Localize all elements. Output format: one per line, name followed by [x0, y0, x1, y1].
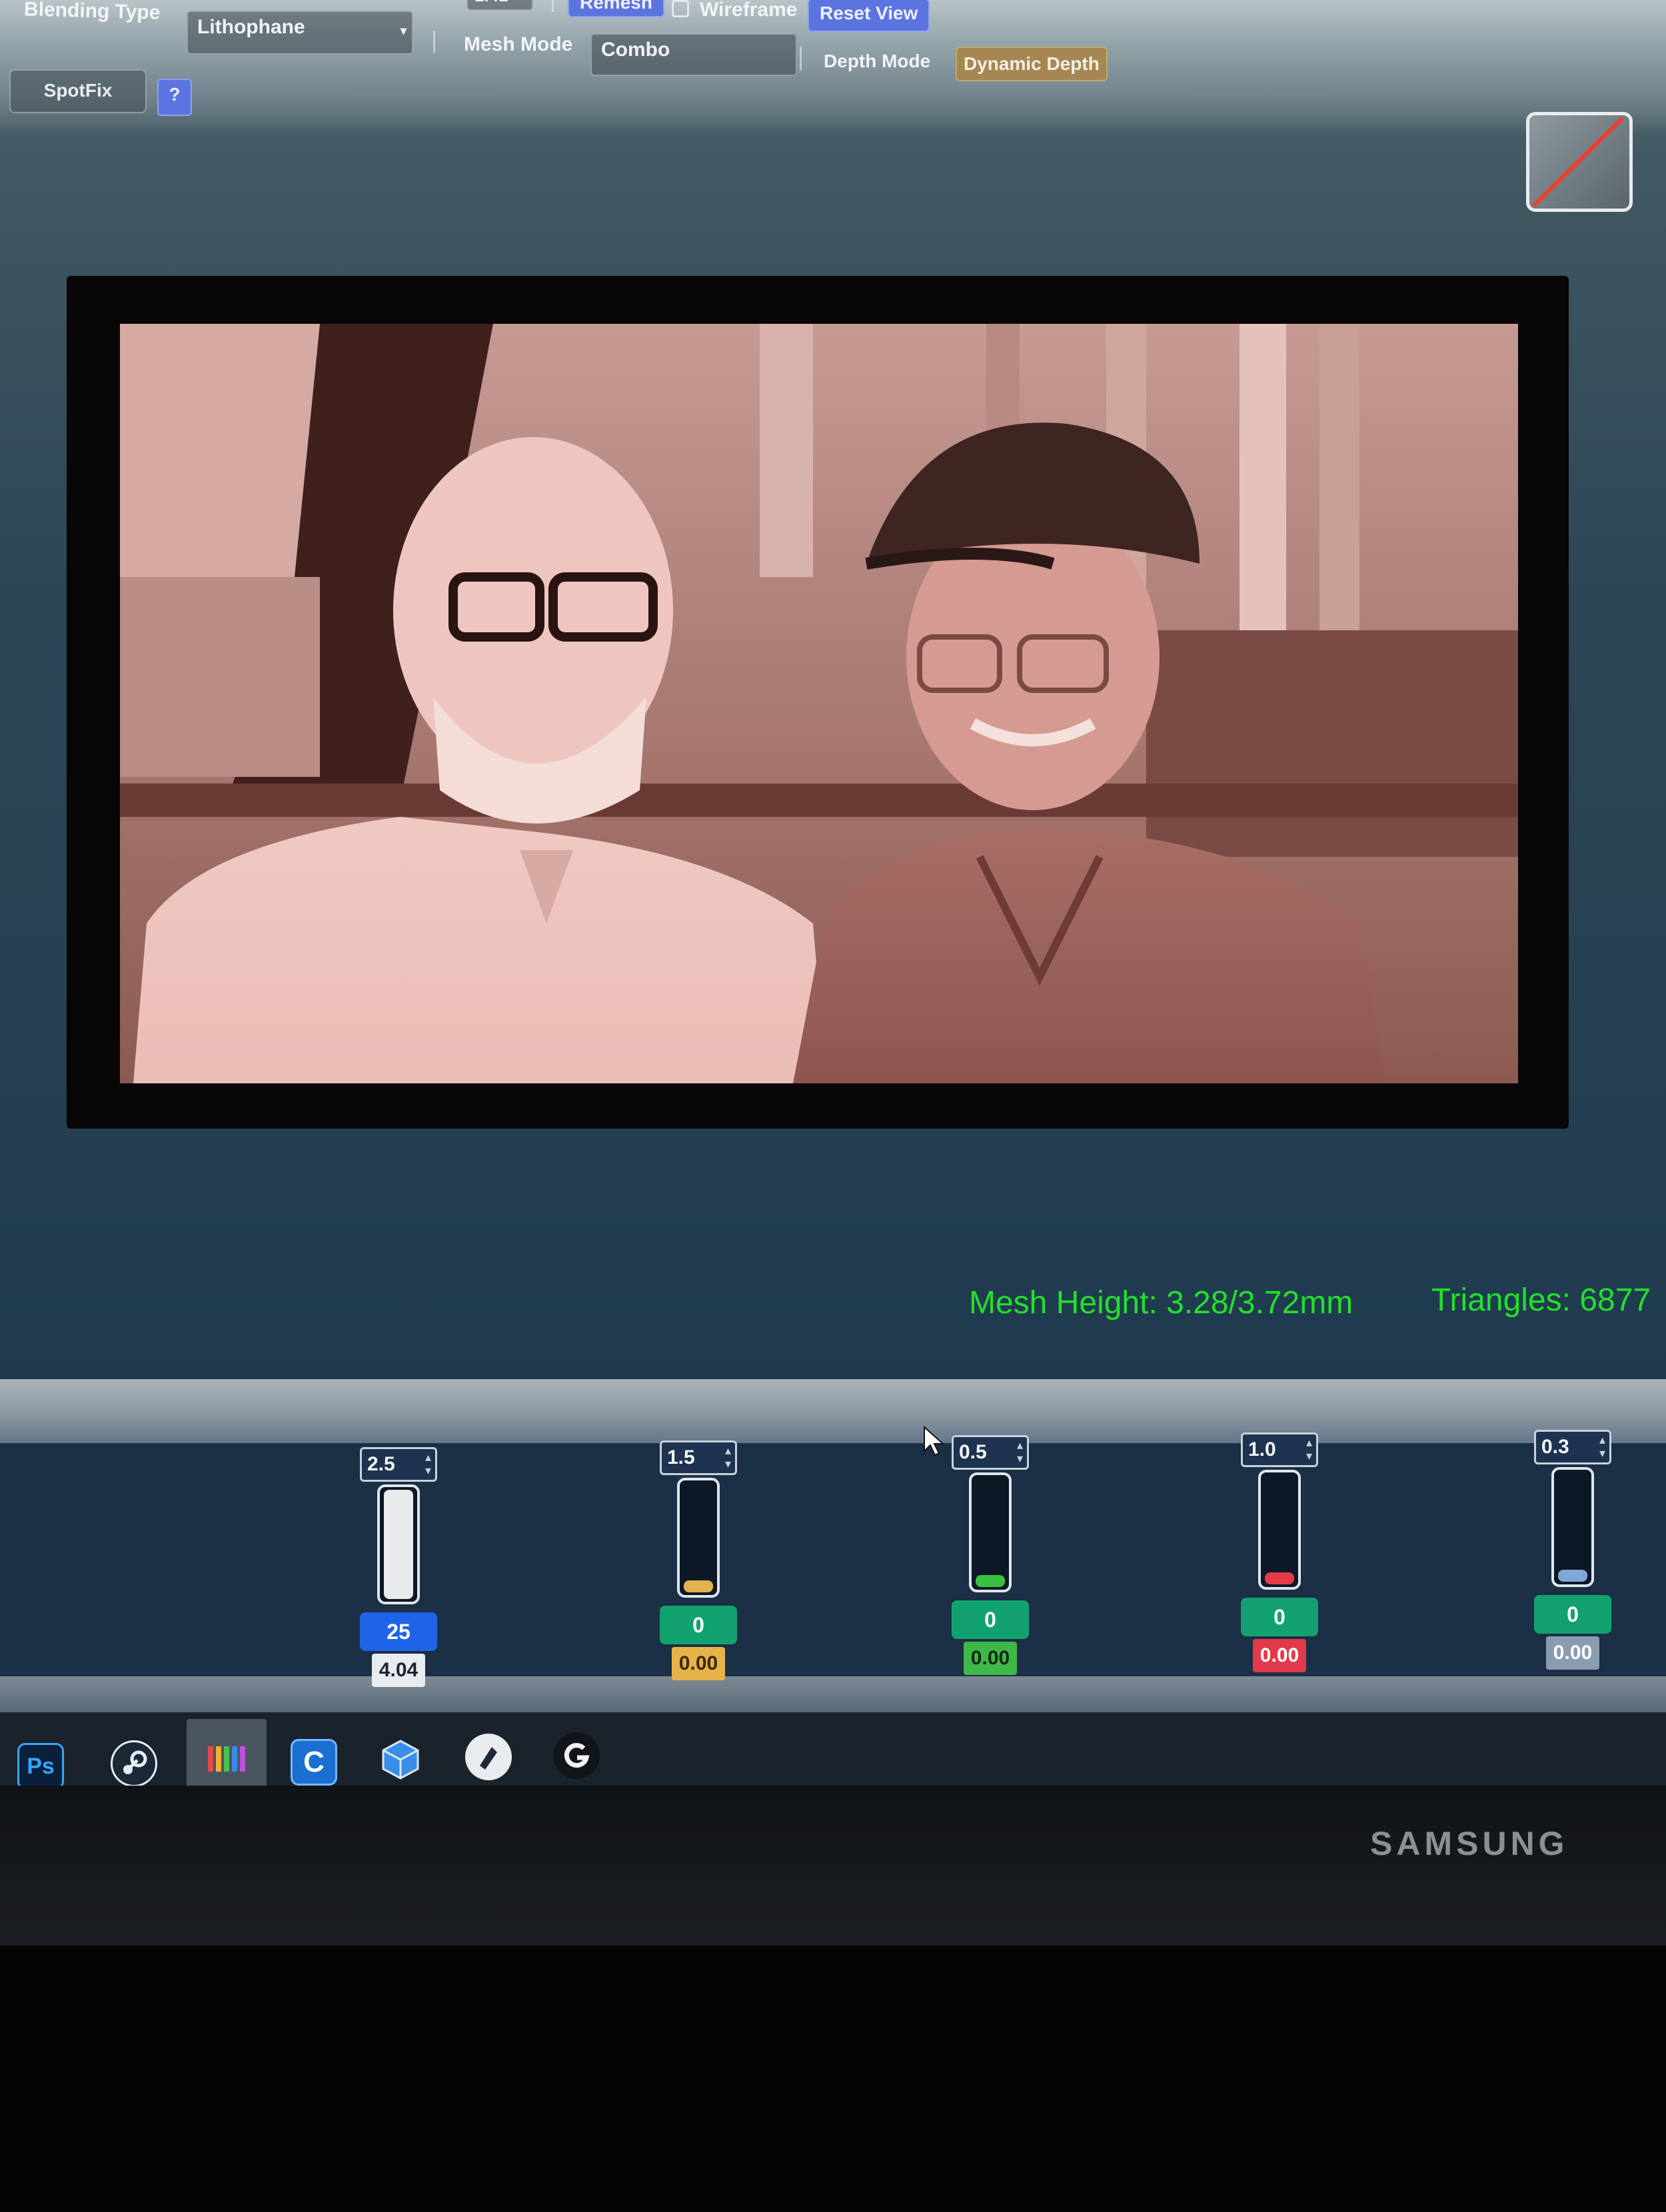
channel-slider[interactable]: [377, 1484, 420, 1604]
mesh-mode-value: Combo: [601, 39, 670, 61]
channel-height-spinbox[interactable]: 1.0 ▴ ▾: [1241, 1432, 1318, 1467]
zoom-value-field[interactable]: 1.41: [466, 0, 533, 11]
slicer-cube-icon[interactable]: [377, 1736, 424, 1783]
panel-footer-bar: [0, 1676, 1666, 1712]
mouse-cursor-icon: [924, 1426, 945, 1456]
photoshop-icon[interactable]: Ps: [17, 1743, 64, 1790]
slider-fill: [1558, 1570, 1587, 1582]
spotfix-button[interactable]: SpotFix: [9, 69, 147, 113]
channel-height-spinbox[interactable]: 0.5 ▴ ▾: [952, 1435, 1029, 1470]
channel-layer-badge[interactable]: 0: [1241, 1598, 1318, 1636]
no-texture-icon[interactable]: [1526, 112, 1633, 212]
slash-line: [1531, 116, 1625, 208]
monitor-bezel: [0, 1786, 1666, 1945]
channel-slider[interactable]: [969, 1472, 1012, 1592]
blending-type-value: Lithophane: [197, 16, 305, 38]
lithophane-preview[interactable]: [120, 324, 1518, 1083]
monitor-brand-logo: SAMSUNG: [1370, 1825, 1569, 1862]
wireframe-label: Wireframe: [700, 0, 798, 21]
channel-slider[interactable]: [1551, 1467, 1594, 1587]
channel-layer-badge[interactable]: 0: [952, 1600, 1029, 1639]
spin-value: 0.3: [1541, 1436, 1569, 1458]
slider-fill: [684, 1580, 713, 1592]
color-channel-panel: [0, 1443, 1666, 1676]
spin-arrows-icon[interactable]: ▴ ▾: [725, 1444, 731, 1470]
toolbar-divider: [433, 31, 435, 53]
spin-arrows-icon[interactable]: ▴ ▾: [1599, 1433, 1605, 1460]
channel-height-value: 0.00: [672, 1647, 725, 1680]
spin-arrows-icon[interactable]: ▴ ▾: [1306, 1436, 1312, 1462]
channel-height-value: 0.00: [964, 1642, 1017, 1675]
logitech-g-icon[interactable]: [553, 1732, 600, 1779]
cura-icon[interactable]: C: [291, 1739, 337, 1786]
channel-height-spinbox[interactable]: 2.5 ▴ ▾: [360, 1447, 437, 1482]
spin-value: 2.5: [367, 1453, 395, 1475]
channel-slider[interactable]: [1258, 1470, 1301, 1590]
app-screen: Blending Type Lithophane ▾ 1.41 Remesh W…: [0, 0, 1666, 1772]
channel-height-value: 4.04: [372, 1654, 425, 1687]
blending-type-select[interactable]: Lithophane ▾: [187, 11, 413, 55]
spin-value: 0.5: [959, 1441, 987, 1463]
blending-type-label: Blending Type: [23, 0, 161, 24]
reset-view-button[interactable]: Reset View: [808, 0, 930, 32]
channel-layer-badge[interactable]: 25: [360, 1612, 437, 1651]
spin-arrows-icon[interactable]: ▴ ▾: [425, 1450, 431, 1477]
channel-height-value: 0.00: [1546, 1636, 1599, 1670]
spin-arrows-icon[interactable]: ▴ ▾: [1017, 1438, 1023, 1465]
channel-layer-badge[interactable]: 0: [660, 1606, 737, 1644]
channel-height-spinbox[interactable]: 1.5 ▴ ▾: [660, 1440, 737, 1475]
channel-height-value: 0.00: [1253, 1639, 1306, 1672]
wireframe-checkbox[interactable]: [672, 0, 689, 17]
spin-value: 1.5: [667, 1446, 695, 1468]
channel-layer-badge[interactable]: 0: [1534, 1595, 1611, 1634]
toolbar-divider: [800, 47, 802, 71]
depth-mode-select[interactable]: Dynamic Depth: [956, 47, 1108, 81]
slider-fill: [976, 1575, 1005, 1587]
slider-fill: [384, 1490, 413, 1599]
mesh-height-readout: Mesh Height: 3.28/3.72mm: [969, 1285, 1353, 1321]
depth-mode-label: Depth Mode: [824, 51, 931, 71]
triangles-readout: Triangles: 6877: [1431, 1283, 1651, 1318]
toolbar-divider: [552, 0, 554, 12]
mesh-mode-select[interactable]: Combo: [590, 33, 797, 76]
mesh-mode-label: Mesh Mode: [464, 33, 573, 55]
slider-fill: [1265, 1572, 1294, 1584]
channel-height-spinbox[interactable]: 0.3 ▴ ▾: [1534, 1430, 1611, 1464]
steam-icon[interactable]: [111, 1740, 157, 1787]
chevron-down-icon: ▾: [400, 24, 407, 37]
help-button[interactable]: ?: [157, 79, 192, 116]
circle-app-icon[interactable]: [465, 1734, 512, 1780]
lithophane-image: [120, 324, 1518, 1083]
top-toolbar: Blending Type Lithophane ▾ 1.41 Remesh W…: [0, 0, 1666, 133]
channel-slider[interactable]: [677, 1478, 720, 1598]
remesh-button[interactable]: Remesh: [568, 0, 664, 17]
spin-value: 1.0: [1248, 1438, 1276, 1460]
panel-header-bar: [0, 1379, 1666, 1443]
